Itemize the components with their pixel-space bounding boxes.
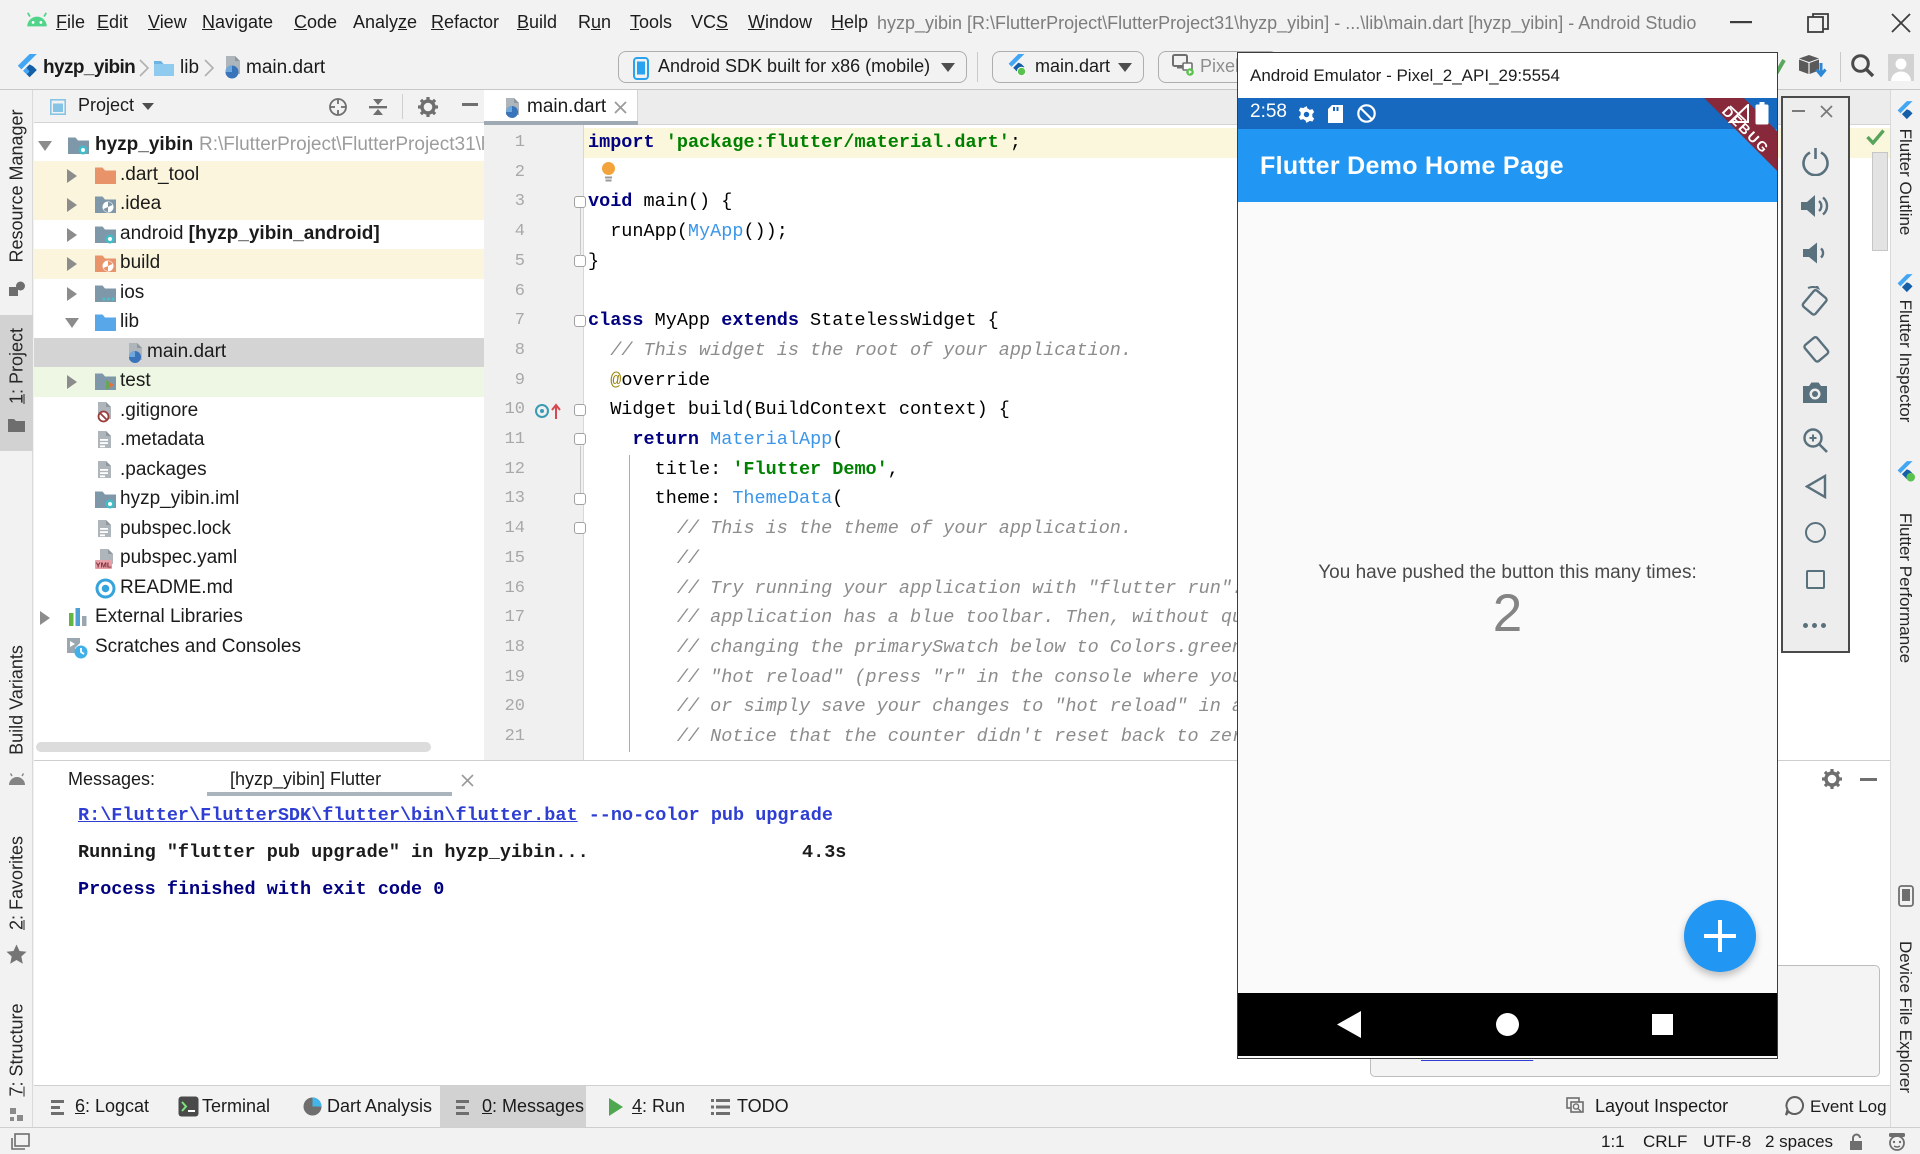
svg-text:YML: YML [96,560,112,569]
